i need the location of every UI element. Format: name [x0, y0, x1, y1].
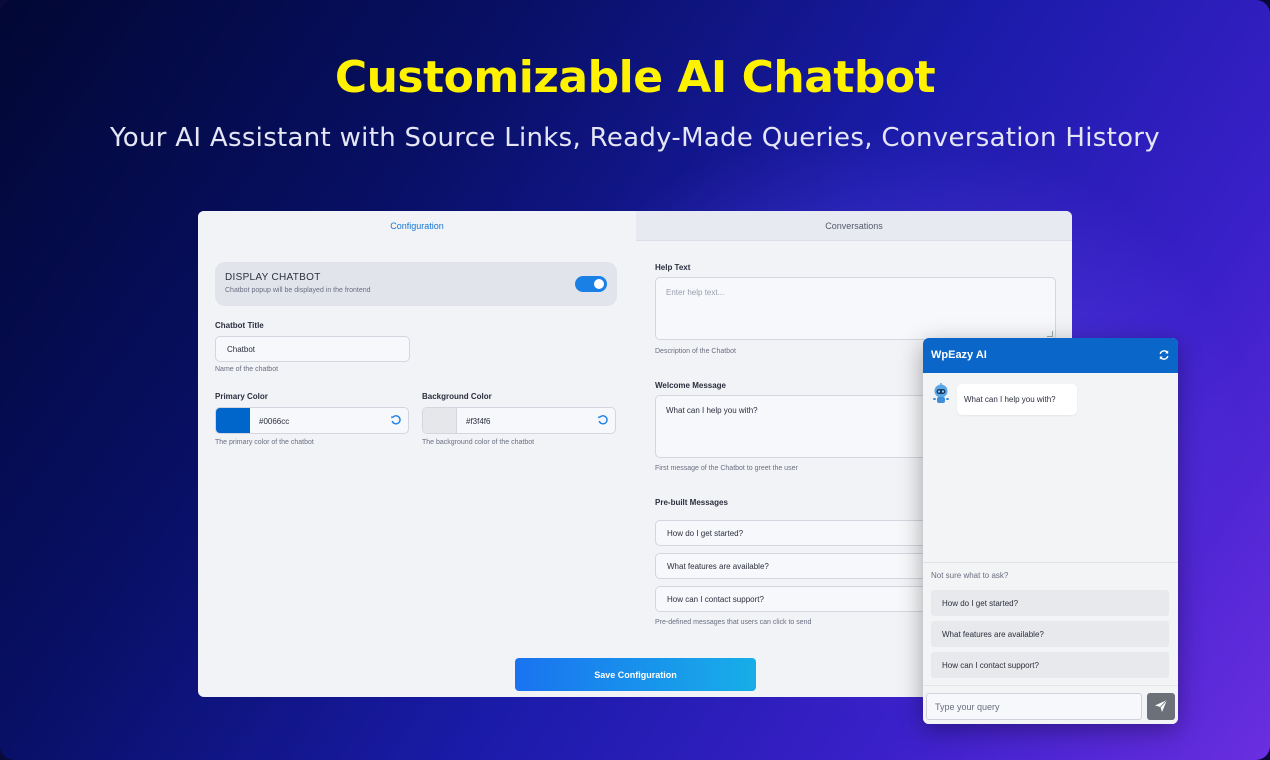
suggestion-button[interactable]: How can I contact support?: [931, 652, 1169, 678]
widget-title: WpEazy AI: [931, 349, 987, 361]
primary-color-hint: The primary color of the chatbot: [215, 439, 314, 446]
chatbot-title-label: Chatbot Title: [215, 321, 264, 330]
suggestions-label: Not sure what to ask?: [931, 571, 1009, 580]
primary-color-input[interactable]: #0066cc: [215, 407, 409, 434]
chatbot-title-hint: Name of the chatbot: [215, 366, 279, 373]
divider: [923, 562, 1178, 563]
welcome-message-label: Welcome Message: [655, 381, 726, 390]
suggestion-button[interactable]: What features are available?: [931, 621, 1169, 647]
help-text-textarea[interactable]: Enter help text...: [655, 277, 1056, 340]
reset-icon[interactable]: [390, 414, 402, 426]
save-configuration-button[interactable]: Save Configuration: [515, 658, 756, 691]
chatbot-title-input[interactable]: Chatbot: [215, 336, 410, 362]
display-chatbot-description: Chatbot popup will be displayed in the f…: [225, 287, 371, 294]
hero-subtitle: Your AI Assistant with Source Links, Rea…: [110, 123, 1160, 153]
prebuilt-messages-label: Pre-built Messages: [655, 498, 728, 507]
background-color-label: Background Color: [422, 392, 492, 401]
send-icon: [1155, 699, 1168, 712]
tab-conversations[interactable]: Conversations: [636, 211, 1072, 241]
robot-avatar-icon: [933, 383, 949, 403]
display-chatbot-toggle[interactable]: [575, 276, 607, 292]
background-color-input[interactable]: #f3f4f6: [422, 407, 616, 434]
reset-icon[interactable]: [597, 414, 609, 426]
hero-title: Customizable AI Chatbot: [334, 52, 936, 103]
help-text-hint: Description of the Chatbot: [655, 348, 736, 355]
refresh-icon[interactable]: [1158, 349, 1170, 361]
prebuilt-messages-hint: Pre-defined messages that users can clic…: [655, 619, 812, 626]
background-color-swatch[interactable]: [423, 408, 457, 433]
toggle-knob: [594, 279, 604, 289]
tab-bar: Configuration Conversations: [198, 211, 1072, 241]
help-text-label: Help Text: [655, 263, 691, 272]
background-color-hint: The background color of the chatbot: [422, 439, 535, 446]
resize-grip-icon[interactable]: [1047, 331, 1053, 337]
help-text-placeholder: Enter help text...: [666, 288, 725, 297]
query-input[interactable]: Type your query: [926, 693, 1142, 720]
suggestion-button[interactable]: How do I get started?: [931, 590, 1169, 616]
chatbot-widget: WpEazy AI What can I help you with? Not …: [923, 338, 1178, 724]
tab-configuration[interactable]: Configuration: [198, 211, 636, 241]
primary-color-swatch[interactable]: [216, 408, 250, 433]
background-color-value: #f3f4f6: [466, 417, 491, 426]
display-chatbot-card: DISPLAY CHATBOT Chatbot popup will be di…: [215, 262, 617, 306]
widget-header: WpEazy AI: [923, 338, 1178, 373]
primary-color-label: Primary Color: [215, 392, 268, 401]
welcome-message-value: What can I help you with?: [666, 406, 758, 415]
send-button[interactable]: [1147, 693, 1175, 720]
bot-message-bubble: What can I help you with?: [957, 384, 1077, 415]
primary-color-value: #0066cc: [259, 417, 290, 426]
background: Customizable AI Chatbot Your AI Assistan…: [0, 0, 1270, 760]
display-chatbot-title: DISPLAY CHATBOT: [225, 272, 321, 283]
welcome-message-hint: First message of the Chatbot to greet th…: [655, 465, 798, 472]
